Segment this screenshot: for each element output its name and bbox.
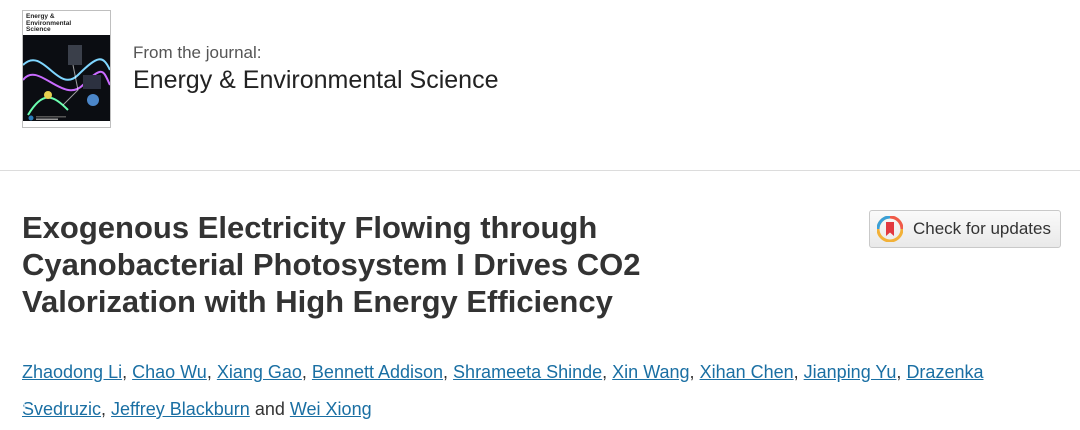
journal-name-link[interactable]: Energy & Environmental Science <box>133 66 498 95</box>
article-title: Exogenous Electricity Flowing through Cy… <box>22 209 722 320</box>
check-for-updates-button[interactable]: Check for updates <box>869 210 1061 248</box>
check-for-updates-icon <box>877 216 903 242</box>
author-separator: , <box>301 362 312 382</box>
author-link[interactable]: Jeffrey Blackburn <box>111 399 250 419</box>
journal-cover-thumbnail[interactable]: Energy & Environmental Science <box>22 10 111 128</box>
cover-title-line: Science <box>26 26 51 33</box>
author-separator: , <box>602 362 613 382</box>
journal-label: From the journal: <box>133 43 262 62</box>
author-link[interactable]: Zhaodong Li <box>22 362 122 382</box>
author-link[interactable]: Shrameeta Shinde <box>453 362 602 382</box>
author-separator: , <box>793 362 804 382</box>
author-link[interactable]: Xihan Chen <box>700 362 794 382</box>
article-title-line: Exogenous Electricity Flowing through <box>22 210 598 245</box>
cover-artwork <box>23 35 110 121</box>
author-separator: , <box>206 362 217 382</box>
cover-title: Energy & Environmental Science <box>26 13 107 34</box>
article-title-line: Valorization with High Energy Efficiency <box>22 284 613 319</box>
publisher-logo <box>28 115 66 121</box>
check-for-updates-label: Check for updates <box>913 219 1051 238</box>
author-link[interactable]: Xiang Gao <box>217 362 302 382</box>
author-link[interactable]: Chao Wu <box>132 362 207 382</box>
author-link[interactable]: Xin Wang <box>612 362 689 382</box>
author-separator: , <box>101 399 112 419</box>
author-separator: , <box>896 362 907 382</box>
author-list: Zhaodong Li, Chao Wu, Xiang Gao, Bennett… <box>22 354 1062 428</box>
author-separator: , <box>689 362 700 382</box>
author-separator: , <box>122 362 133 382</box>
author-separator: , <box>443 362 454 382</box>
header-divider <box>0 170 1080 171</box>
author-conjunction: and <box>254 399 285 419</box>
author-link[interactable]: Jianping Yu <box>804 362 897 382</box>
author-link[interactable]: Wei Xiong <box>290 399 372 419</box>
article-title-line: Cyanobacterial Photosystem I Drives CO2 <box>22 247 641 282</box>
author-link[interactable]: Bennett Addison <box>312 362 443 382</box>
